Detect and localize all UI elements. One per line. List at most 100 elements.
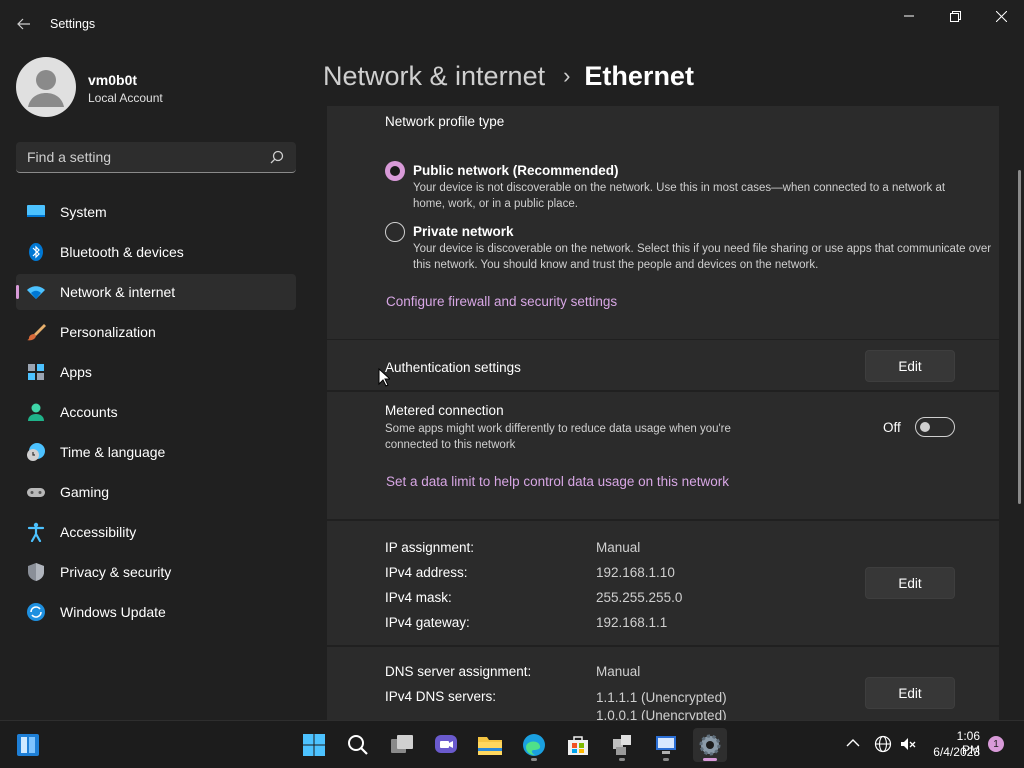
ipv4-mask-value: 255.255.255.0: [596, 590, 683, 605]
file-explorer-icon: [478, 737, 502, 755]
ip-edit-button[interactable]: Edit: [865, 567, 955, 599]
sidebar-item-time-language[interactable]: Time & language: [16, 434, 296, 470]
maximize-icon: [949, 10, 961, 22]
clock-date[interactable]: 6/4/2023: [926, 745, 980, 759]
ipv4-dns-key: IPv4 DNS servers:: [385, 689, 497, 704]
dns-edit-button[interactable]: Edit: [865, 677, 955, 709]
main-content: Network profile type Public network (Rec…: [327, 106, 999, 720]
running-indicator: [619, 758, 625, 761]
page-title: Ethernet: [584, 60, 694, 91]
file-explorer-button[interactable]: [473, 728, 507, 762]
public-network-label[interactable]: Public network (Recommended): [413, 163, 619, 178]
search-icon: [348, 735, 368, 755]
dns-settings-card: DNS server assignment: Manual IPv4 DNS s…: [327, 647, 999, 720]
sidebar-item-accessibility[interactable]: Accessibility: [16, 514, 296, 550]
system-icon: [27, 205, 45, 217]
dns-assignment-key: DNS server assignment:: [385, 664, 532, 679]
sidebar-item-gaming[interactable]: Gaming: [16, 474, 296, 510]
private-network-radio[interactable]: [385, 222, 405, 242]
shield-icon: [28, 563, 44, 581]
user-name: vm0b0t: [88, 72, 138, 88]
title-bar: Settings: [0, 0, 1024, 48]
network-app-button[interactable]: [605, 728, 639, 762]
sidebar-item-network[interactable]: Network & internet: [16, 274, 296, 310]
taskbar-search-button[interactable]: [341, 728, 375, 762]
breadcrumb-parent[interactable]: Network & internet: [323, 61, 545, 92]
sidebar-item-label: Accounts: [60, 404, 118, 420]
sidebar-item-label: Windows Update: [60, 604, 166, 620]
remote-desktop-button[interactable]: [649, 728, 683, 762]
private-network-label[interactable]: Private network: [413, 224, 514, 239]
sidebar-nav: System Bluetooth & devices Network & int…: [16, 194, 296, 634]
data-limit-link[interactable]: Set a data limit to help control data us…: [386, 474, 729, 489]
search-icon[interactable]: [270, 150, 284, 164]
sidebar-item-personalization[interactable]: Personalization: [16, 314, 296, 350]
sidebar-item-label: Time & language: [60, 444, 166, 460]
avatar[interactable]: [16, 57, 76, 117]
metered-connection-toggle[interactable]: [915, 417, 955, 437]
public-network-radio[interactable]: [385, 161, 405, 181]
update-icon: [27, 603, 45, 621]
maximize-button[interactable]: [932, 0, 978, 32]
ip-assignment-value: Manual: [596, 540, 641, 555]
sidebar-item-label: System: [60, 204, 107, 220]
sidebar-item-label: Personalization: [60, 324, 156, 340]
globe-network-icon[interactable]: [874, 735, 892, 753]
settings-button[interactable]: [693, 728, 727, 762]
search-input[interactable]: [16, 142, 266, 172]
public-network-description: Your device is not discoverable on the n…: [413, 182, 946, 210]
chevron-up-icon[interactable]: [846, 738, 860, 748]
brush-icon: [27, 324, 46, 341]
authentication-edit-button[interactable]: Edit: [865, 350, 955, 382]
accounts-icon: [28, 403, 44, 421]
ip-settings-card: IP assignment: Manual IPv4 address: 192.…: [327, 521, 999, 645]
edge-icon: [523, 734, 545, 756]
apps-icon: [28, 364, 44, 380]
sidebar-item-accounts[interactable]: Accounts: [16, 394, 296, 430]
running-indicator: [703, 758, 717, 761]
sidebar-item-label: Apps: [60, 364, 92, 380]
network-profile-heading: Network profile type: [385, 114, 505, 129]
start-button[interactable]: [11, 728, 45, 762]
start-icon: [17, 734, 39, 756]
sidebar: vm0b0t Local Account System Bluetooth & …: [0, 48, 312, 720]
private-network-description: Your device is discoverable on the netwo…: [413, 243, 992, 271]
taskbar-widgets-button[interactable]: [297, 728, 331, 762]
authentication-card: Authentication settings Edit: [327, 340, 999, 390]
store-button[interactable]: [561, 728, 595, 762]
accessibility-icon: [27, 522, 45, 542]
ipv4-address-value: 192.168.1.10: [596, 565, 675, 580]
back-arrow-icon: [17, 18, 30, 30]
edge-button[interactable]: [517, 728, 551, 762]
metered-toggle-state: Off: [883, 420, 901, 435]
gamepad-icon: [27, 488, 45, 497]
back-button[interactable]: [10, 10, 38, 38]
minimize-button[interactable]: [886, 0, 932, 32]
scrollbar[interactable]: [1018, 170, 1021, 504]
sidebar-item-windows-update[interactable]: Windows Update: [16, 594, 296, 630]
sidebar-item-bluetooth[interactable]: Bluetooth & devices: [16, 234, 296, 270]
metered-connection-card: Metered connection Some apps might work …: [327, 392, 999, 519]
settings-icon: [699, 734, 721, 756]
close-button[interactable]: [978, 0, 1024, 32]
ipv4-gateway-key: IPv4 gateway:: [385, 615, 470, 630]
task-view-button[interactable]: [385, 728, 419, 762]
search-box[interactable]: [16, 142, 296, 173]
wifi-icon: [27, 286, 45, 299]
account-type: Local Account: [88, 91, 163, 105]
volume-muted-icon[interactable]: [899, 735, 917, 753]
windows-logo-icon: [303, 734, 325, 756]
notification-badge[interactable]: 1: [988, 736, 1004, 752]
close-icon: [995, 10, 1007, 22]
sidebar-item-apps[interactable]: Apps: [16, 354, 296, 390]
taskbar: [0, 720, 1024, 768]
breadcrumb: Network & internet › Ethernet: [323, 58, 694, 94]
network-profile-card: Network profile type Public network (Rec…: [327, 106, 999, 339]
sidebar-item-privacy-security[interactable]: Privacy & security: [16, 554, 296, 590]
chat-button[interactable]: [429, 728, 463, 762]
sidebar-item-system[interactable]: System: [16, 194, 296, 230]
ipv4-dns-value: 1.1.1.1 (Unencrypted): [596, 690, 727, 705]
task-view-icon: [391, 735, 413, 753]
running-indicator: [531, 758, 537, 761]
firewall-settings-link[interactable]: Configure firewall and security settings: [386, 294, 617, 309]
